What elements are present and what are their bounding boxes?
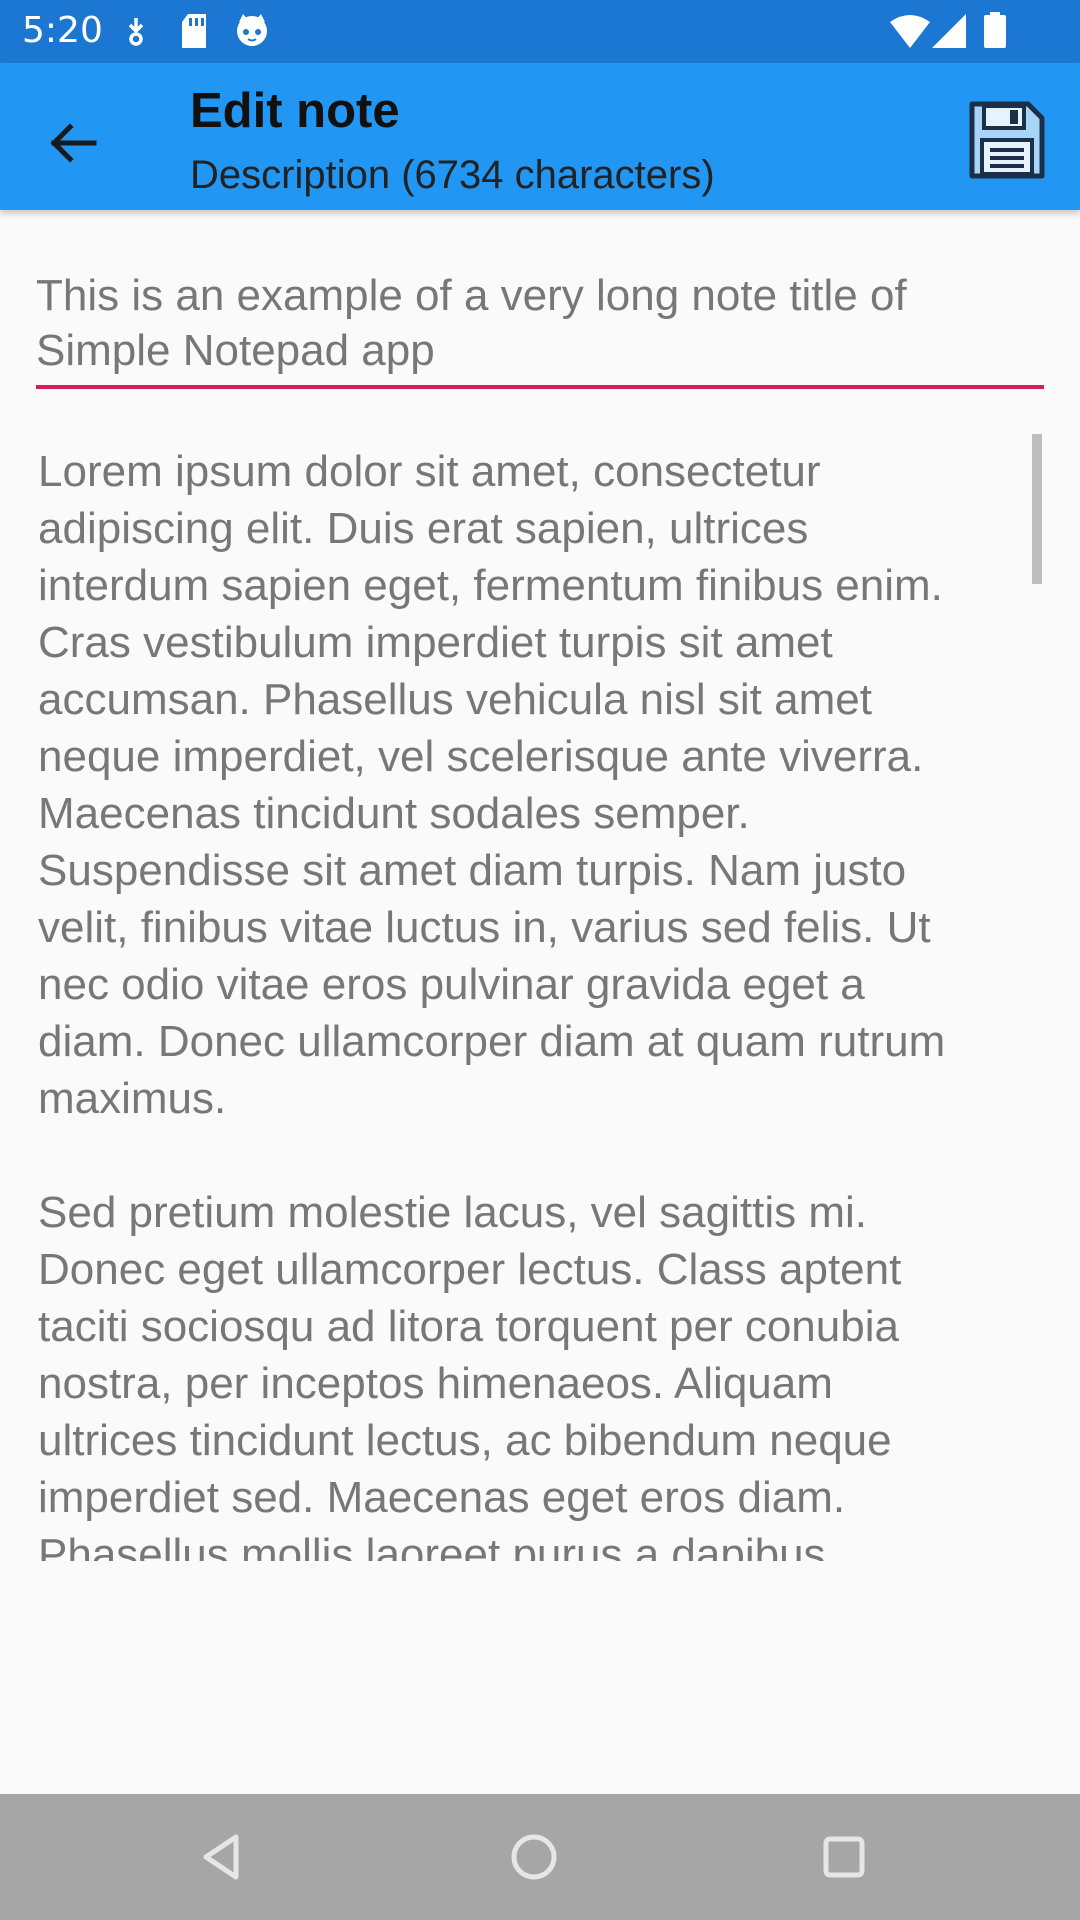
battery-icon [984, 12, 1006, 53]
note-editor: This is an example of a very long note t… [0, 210, 1080, 1794]
download-icon [122, 16, 150, 51]
cat-face-icon [234, 12, 270, 53]
note-title-field[interactable]: This is an example of a very long note t… [36, 268, 1044, 378]
floppy-disk-icon [966, 101, 1046, 184]
note-body-field[interactable]: Lorem ipsum dolor sit amet, consectetur … [38, 443, 1038, 1561]
arrow-back-icon [32, 123, 116, 189]
cell-signal-icon [932, 14, 966, 53]
title-field-underline [36, 385, 1044, 389]
app-bar: Edit note Description (6734 characters) [0, 63, 1080, 210]
navigation-bar [0, 1794, 1080, 1920]
status-time: 5:20 [22, 10, 103, 51]
home-circle-icon [504, 1834, 564, 1891]
page-title: Edit note [190, 84, 400, 138]
back-button[interactable] [32, 101, 116, 185]
nav-back-button[interactable] [194, 1827, 254, 1887]
sd-card-icon [180, 14, 208, 53]
recents-square-icon [814, 1836, 874, 1891]
save-button[interactable] [966, 100, 1046, 180]
scrollbar[interactable] [1032, 434, 1042, 584]
nav-recents-button[interactable] [814, 1827, 874, 1887]
wifi-icon [890, 14, 930, 53]
back-triangle-icon [194, 1834, 254, 1891]
nav-home-button[interactable] [504, 1827, 564, 1887]
page-subtitle: Description (6734 characters) [190, 153, 715, 197]
status-bar: 5:20 [0, 0, 1080, 63]
